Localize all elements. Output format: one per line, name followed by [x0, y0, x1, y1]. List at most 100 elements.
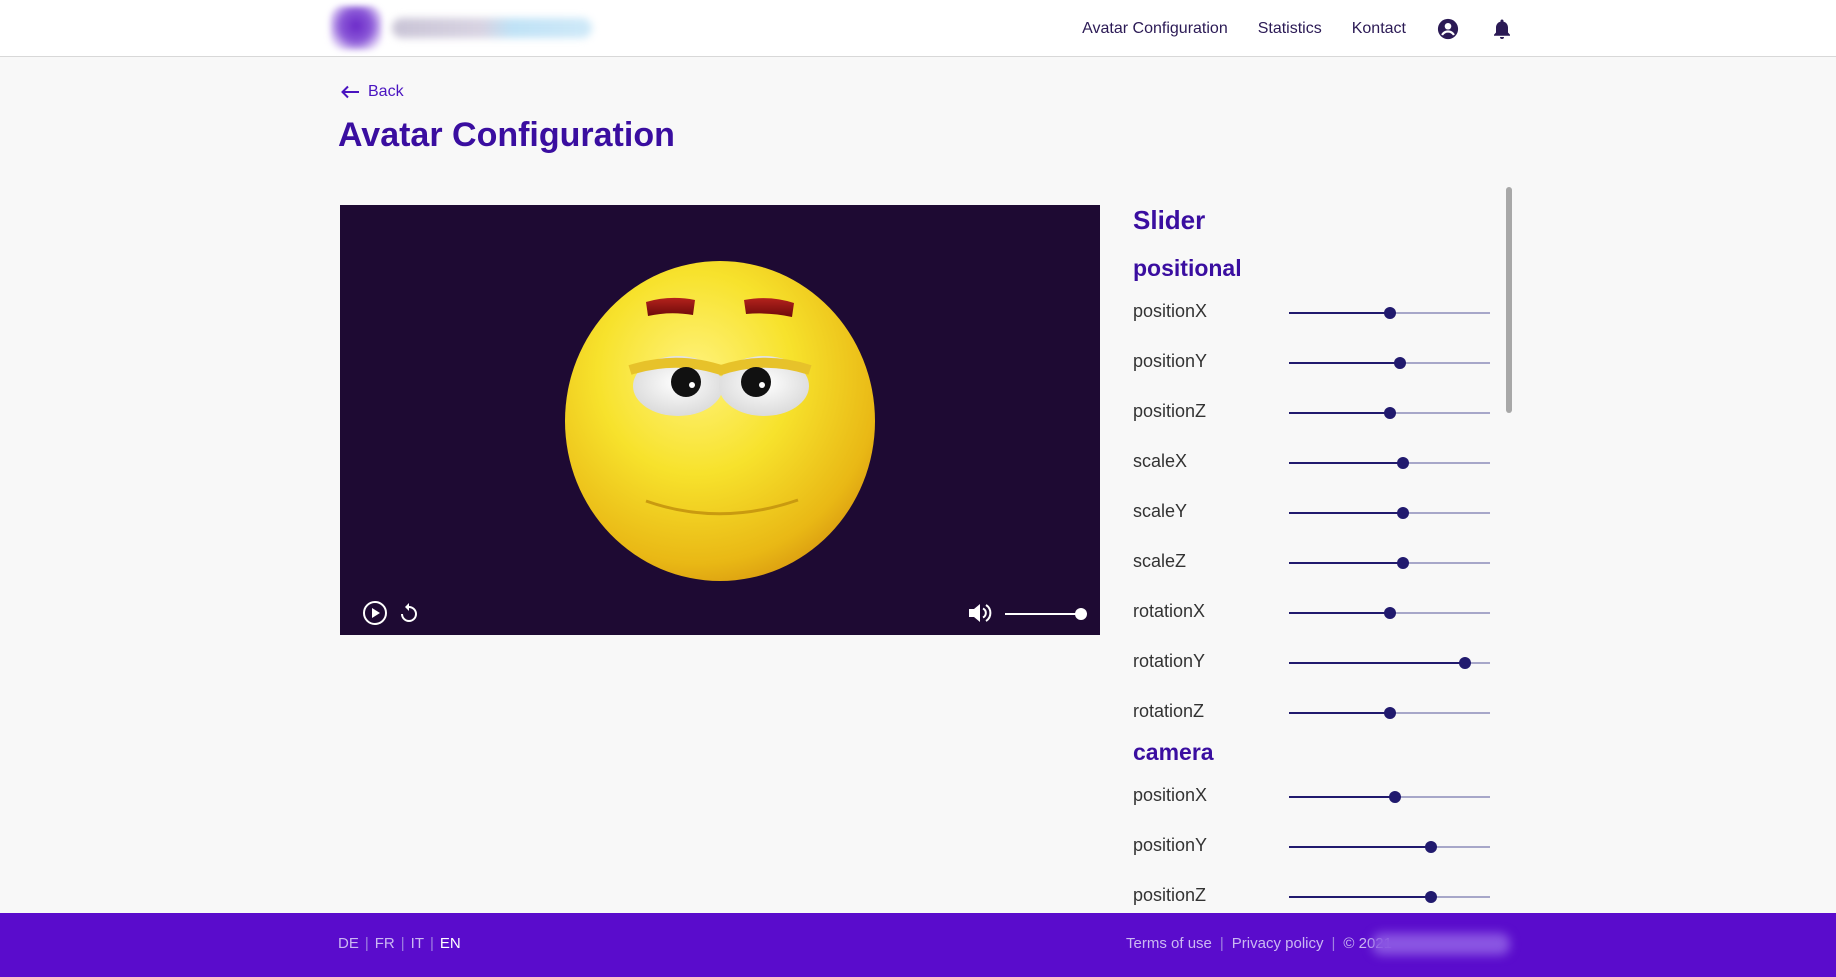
slider-track[interactable] [1289, 507, 1490, 519]
slider-thumb[interactable] [1396, 557, 1409, 569]
slider-thumb[interactable] [1383, 407, 1396, 419]
lang-separator: | [364, 935, 369, 952]
slider-row-positional-scaleY: scaleY [1133, 497, 1513, 527]
slider-track[interactable] [1289, 891, 1490, 903]
top-bar: Avatar Configuration Statistics Kontact [0, 0, 1836, 57]
slider-label: rotationX [1133, 601, 1206, 621]
volume-slider-thumb[interactable] [1075, 608, 1087, 620]
lang-en[interactable]: EN [440, 935, 461, 952]
slider-track[interactable] [1289, 407, 1490, 419]
footer-links: Terms of use | Privacy policy | © 2021 [1126, 935, 1392, 952]
slider-fill [1289, 712, 1390, 714]
slider-row-positional-rotationX: rotationX [1133, 597, 1513, 627]
slider-thumb[interactable] [1383, 607, 1396, 619]
privacy-link[interactable]: Privacy policy [1232, 935, 1324, 952]
footer: DE | FR | IT | EN Terms of use | Privacy… [0, 913, 1836, 977]
panel-scrollbar[interactable] [1506, 187, 1512, 913]
volume-icon[interactable] [966, 600, 994, 626]
slider-thumb[interactable] [1424, 891, 1437, 903]
slider-row-positional-positionX: positionX [1133, 297, 1513, 327]
section-title-positional: positional [1133, 255, 1242, 281]
panel-title: Slider [1133, 205, 1206, 235]
slider-track[interactable] [1289, 357, 1490, 369]
slider-row-camera-positionX: positionX [1133, 781, 1513, 811]
logo-mark [330, 6, 382, 50]
slider-label: rotationZ [1133, 701, 1205, 721]
page-title: Avatar Configuration [338, 116, 675, 154]
slider-thumb[interactable] [1383, 307, 1396, 319]
slider-track[interactable] [1289, 841, 1490, 853]
slider-track[interactable] [1289, 657, 1490, 669]
slider-row-positional-scaleZ: scaleZ [1133, 547, 1513, 577]
lang-it[interactable]: IT [411, 935, 424, 952]
replay-icon[interactable] [397, 601, 421, 625]
footer-separator: | [1219, 935, 1224, 952]
play-icon[interactable] [361, 599, 389, 627]
slider-fill [1289, 312, 1390, 314]
lang-separator: | [400, 935, 405, 952]
slider-label: scaleX [1133, 451, 1188, 471]
slider-fill [1289, 612, 1390, 614]
main-nav: Avatar Configuration Statistics Kontact [1052, 0, 1514, 57]
slider-row-positional-positionZ: positionZ [1133, 397, 1513, 427]
slider-panel: Slider positional positionX positionY posit… [1133, 195, 1513, 913]
brand-logo[interactable] [330, 6, 600, 50]
footer-separator: | [1331, 935, 1336, 952]
player-controls [340, 591, 1100, 635]
slider-track[interactable] [1289, 607, 1490, 619]
slider-fill [1289, 896, 1431, 898]
nav-avatar-configuration[interactable]: Avatar Configuration [1082, 20, 1228, 38]
arrow-left-icon [341, 85, 359, 99]
slider-fill [1289, 846, 1431, 848]
slider-thumb[interactable] [1396, 507, 1409, 519]
slider-label: positionX [1133, 785, 1208, 805]
slider-label: positionY [1133, 351, 1208, 371]
slider-track[interactable] [1289, 457, 1490, 469]
slider-label: scaleY [1133, 501, 1188, 521]
slider-fill [1289, 412, 1390, 414]
section-title-camera: camera [1133, 739, 1214, 765]
footer-brand-redacted [1372, 933, 1510, 955]
slider-label: rotationY [1133, 651, 1206, 671]
back-label: Back [368, 83, 404, 100]
slider-fill [1289, 462, 1403, 464]
slider-thumb[interactable] [1393, 357, 1406, 369]
slider-row-positional-positionY: positionY [1133, 347, 1513, 377]
language-switcher: DE | FR | IT | EN [338, 935, 461, 952]
lang-fr[interactable]: FR [375, 935, 395, 952]
terms-link[interactable]: Terms of use [1126, 935, 1212, 952]
slider-thumb[interactable] [1424, 841, 1437, 853]
slider-track[interactable] [1289, 557, 1490, 569]
slider-row-positional-rotationZ: rotationZ [1133, 697, 1513, 727]
nav-statistics[interactable]: Statistics [1258, 20, 1322, 38]
account-circle-icon[interactable] [1436, 17, 1460, 41]
volume-slider-track[interactable] [1005, 613, 1080, 615]
bell-icon[interactable] [1490, 17, 1514, 41]
slider-fill [1289, 796, 1395, 798]
slider-row-camera-positionZ: positionZ [1133, 881, 1513, 911]
back-link[interactable]: Back [340, 83, 404, 101]
slider-fill [1289, 662, 1465, 664]
slider-thumb[interactable] [1388, 791, 1401, 803]
lang-separator: | [430, 935, 434, 952]
slider-track[interactable] [1289, 707, 1490, 719]
slider-track[interactable] [1289, 307, 1490, 319]
slider-label: positionY [1133, 835, 1208, 855]
emoji-avatar [565, 261, 875, 581]
slider-thumb[interactable] [1458, 657, 1471, 669]
nav-kontact[interactable]: Kontact [1352, 20, 1406, 38]
slider-thumb[interactable] [1396, 457, 1409, 469]
slider-label: scaleZ [1133, 551, 1187, 571]
slider-label: positionX [1133, 301, 1208, 321]
slider-label: positionZ [1133, 401, 1207, 421]
slider-label: positionZ [1133, 885, 1207, 905]
slider-row-positional-scaleX: scaleX [1133, 447, 1513, 477]
lang-de[interactable]: DE [338, 935, 359, 952]
slider-track[interactable] [1289, 791, 1490, 803]
slider-row-camera-positionY: positionY [1133, 831, 1513, 861]
avatar-player[interactable] [340, 205, 1100, 635]
slider-fill [1289, 362, 1400, 364]
panel-scrollbar-thumb[interactable] [1506, 187, 1512, 413]
logo-wordmark [392, 18, 592, 38]
slider-thumb[interactable] [1383, 707, 1396, 719]
